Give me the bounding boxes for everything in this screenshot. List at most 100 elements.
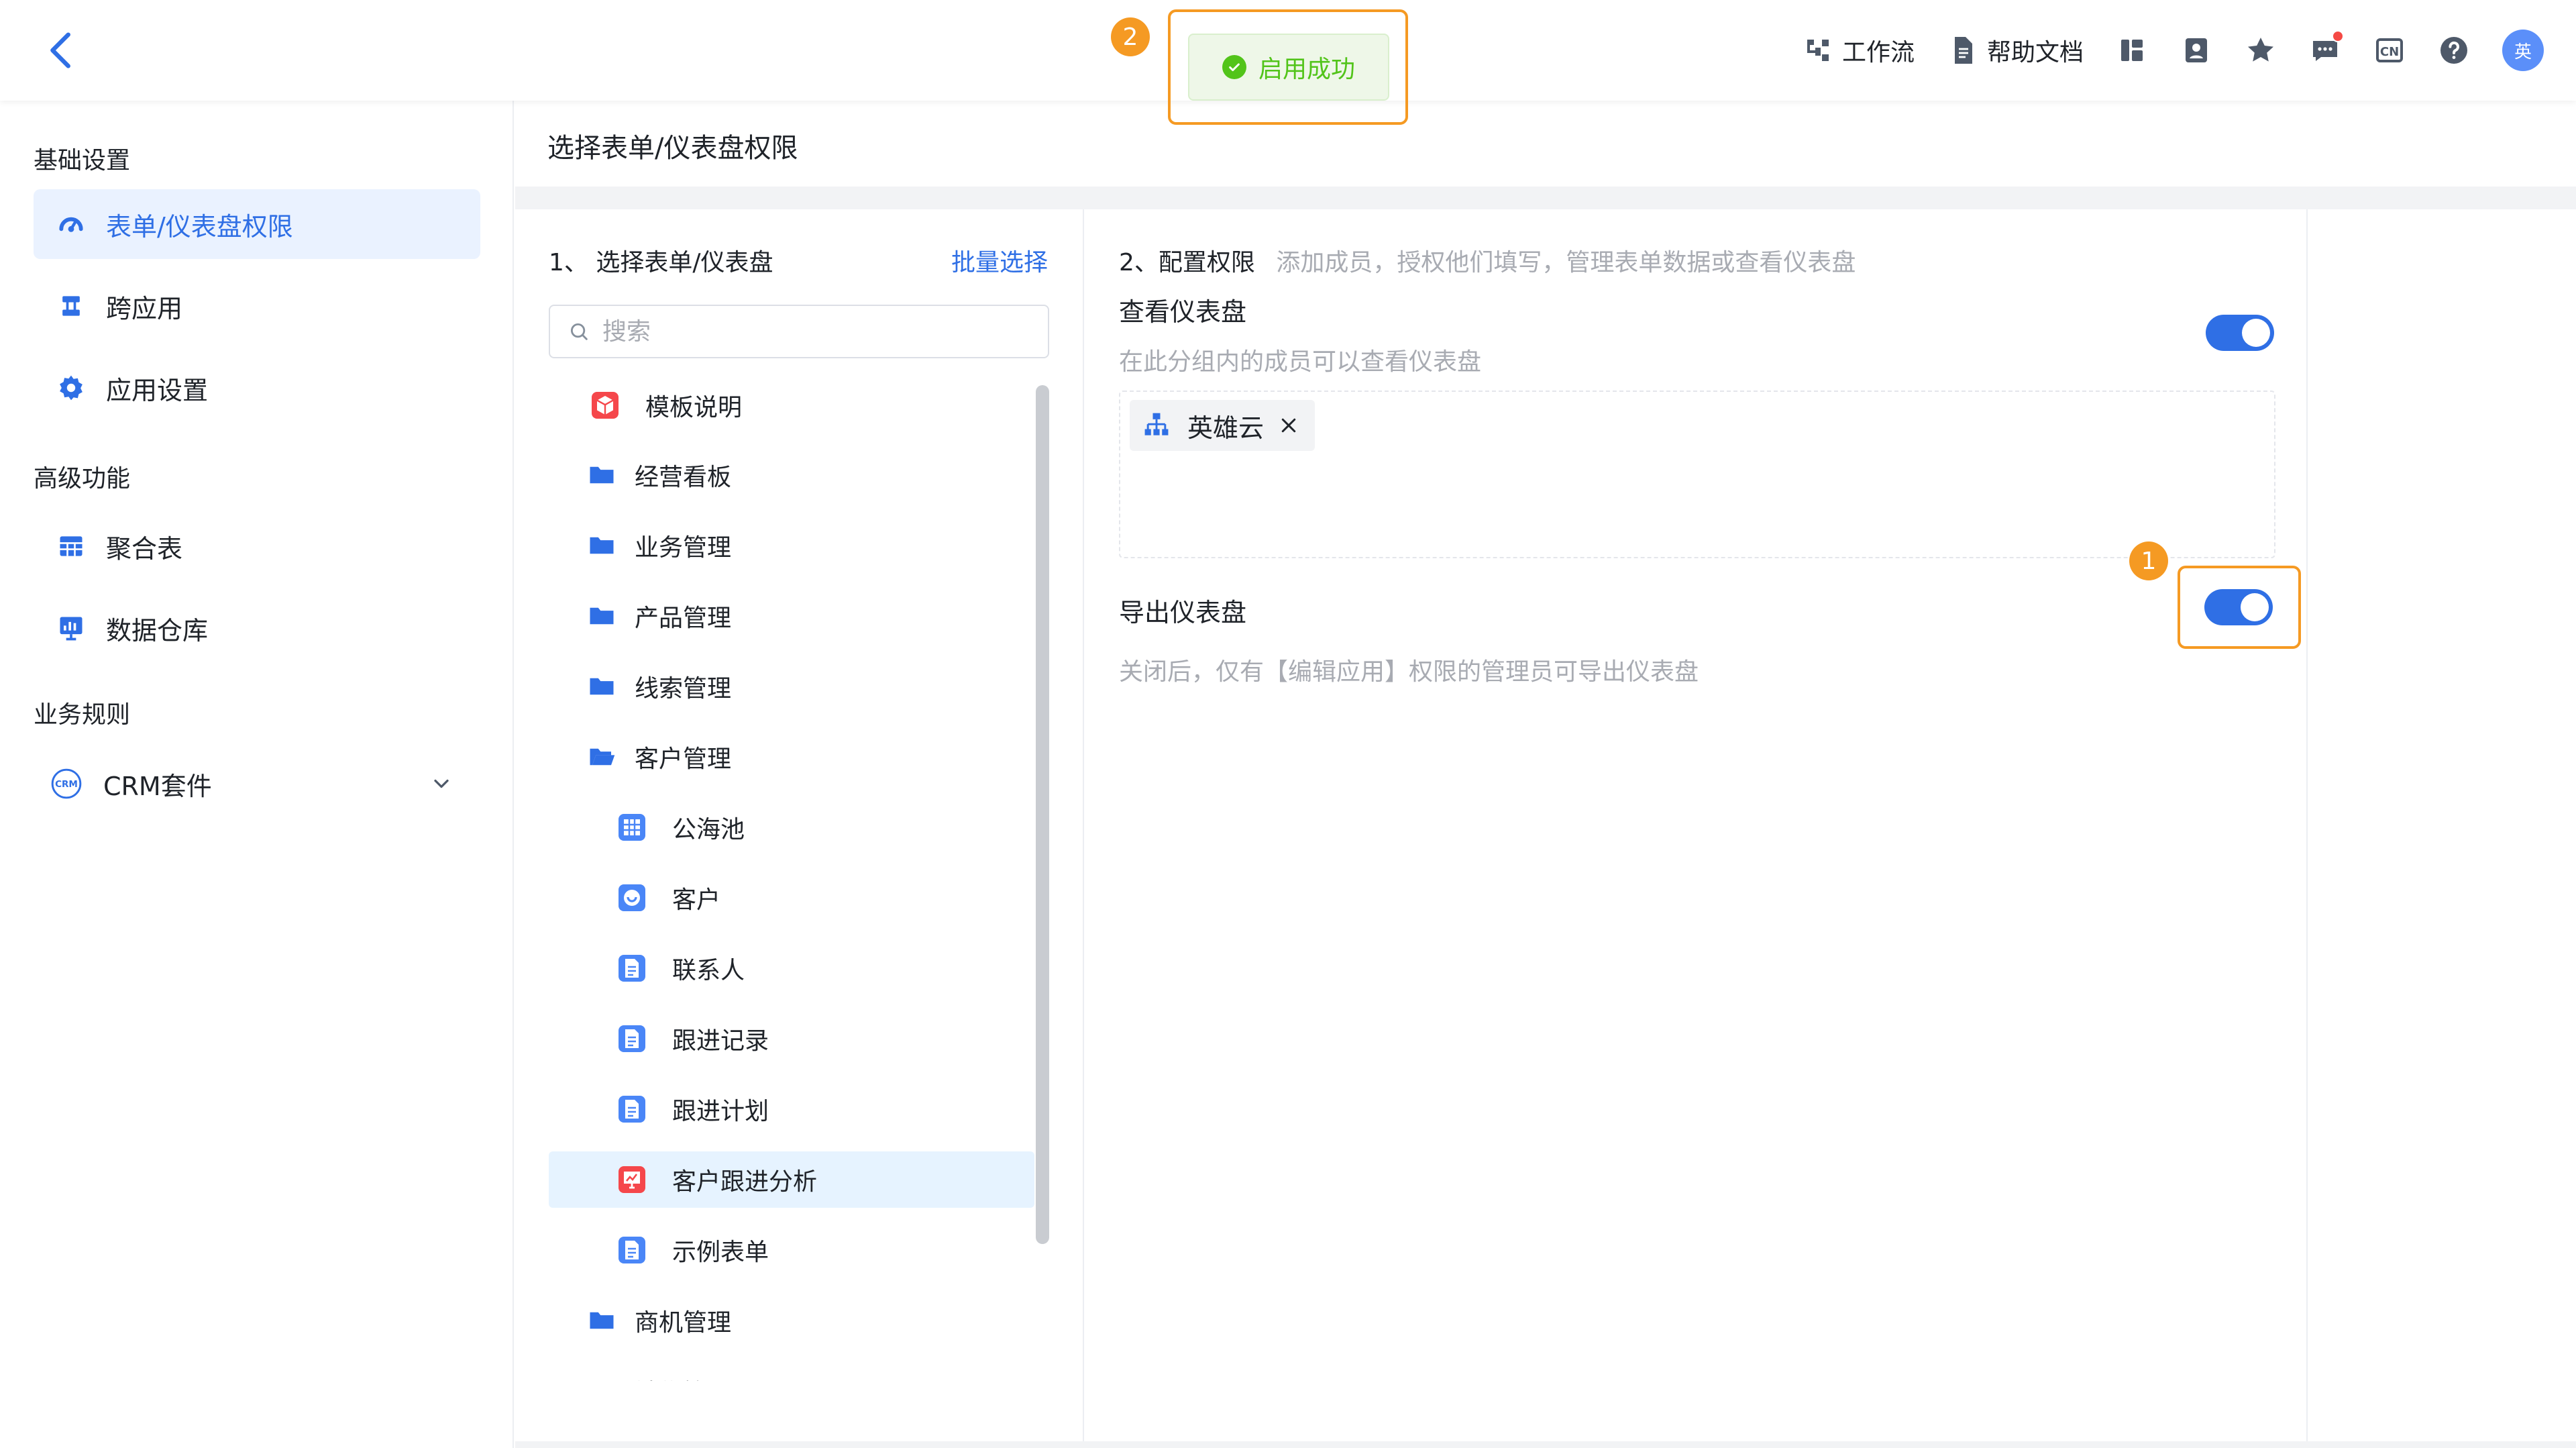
sidebar-item-aggregate-table[interactable]: 聚合表 <box>34 511 480 581</box>
org-icon <box>1144 413 1169 435</box>
tree-scrollbar[interactable] <box>1036 385 1049 1244</box>
back-arrow-icon[interactable] <box>39 27 86 74</box>
table-icon <box>619 814 645 841</box>
view-dashboard-toggle[interactable] <box>2206 315 2274 351</box>
data-warehouse-icon <box>60 617 83 641</box>
sidebar-group-advanced: 高级功能 <box>34 465 131 493</box>
tree-item-template-guide[interactable]: 模板说明 <box>549 377 1034 433</box>
member-name: 英雄云 <box>1187 413 1265 443</box>
cross-app-icon <box>62 296 80 316</box>
user-avatar-button[interactable]: 英 <box>2502 30 2544 71</box>
form-icon <box>619 1237 645 1263</box>
form-selection-title: 1、 选择表单/仪表盘 <box>549 249 773 276</box>
folder-icon <box>590 466 614 484</box>
step-badge-1: 1 <box>2129 541 2168 580</box>
tree-item-lead-mgmt[interactable]: 线索管理 <box>549 658 1034 715</box>
folder-open-icon <box>590 748 615 766</box>
form-tree: 模板说明 经营看板 业务管理 产品管理 线索管理 客户管理 公海池 客户 联系人… <box>549 377 1038 1381</box>
sidebar-item-form-dashboard-permission[interactable]: 表单/仪表盘权限 <box>34 189 480 259</box>
notification-dot <box>2332 30 2344 42</box>
folder-icon <box>590 607 614 625</box>
form-icon <box>619 955 645 982</box>
export-toggle-highlight-frame <box>2178 566 2301 649</box>
layout-icon <box>2121 40 2143 61</box>
top-actions: 工作流 帮助文档 CN 英 <box>1770 27 2544 74</box>
dashboard-icon <box>619 1166 645 1193</box>
tree-item-label: 产品管理 <box>635 605 732 632</box>
customer-icon <box>619 884 645 911</box>
table-icon <box>60 536 83 556</box>
help-icon <box>2440 37 2467 64</box>
language-cn-icon: CN <box>2376 38 2403 62</box>
tree-item-label: 跟进计划 <box>672 1098 769 1125</box>
tree-item-customer-follow-analysis[interactable]: 客户跟进分析 <box>549 1151 1034 1208</box>
folder-icon <box>590 678 614 695</box>
favorites-button[interactable] <box>2245 34 2277 66</box>
workflow-button[interactable]: 工作流 <box>1802 33 1915 68</box>
messages-button[interactable] <box>2309 30 2344 66</box>
export-dashboard-desc: 关闭后，仅有【编辑应用】权限的管理员可导出仪表盘 <box>1119 658 1699 686</box>
member-box[interactable]: 英雄云 <box>1119 391 2275 558</box>
page-title: 选择表单/仪表盘权限 <box>547 133 798 164</box>
sidebar-item-label: 应用设置 <box>106 375 209 405</box>
form-icon <box>619 1096 645 1123</box>
chevron-down-icon[interactable] <box>429 772 453 796</box>
toggle-knob <box>2241 593 2269 621</box>
avatar: 英 <box>2502 30 2544 71</box>
batch-select-link[interactable]: 批量选择 <box>951 243 1048 278</box>
help-docs-button[interactable]: 帮助文档 <box>1947 33 2084 68</box>
sidebar-item-app-settings[interactable]: 应用设置 <box>34 353 480 423</box>
tree-item-contacts[interactable]: 联系人 <box>549 940 1034 996</box>
tree-item-label: 客户管理 <box>635 745 732 773</box>
sidebar-item-data-warehouse[interactable]: 数据仓库 <box>34 593 480 663</box>
tree-item-label: 经营看板 <box>635 464 732 491</box>
tree-item-customer[interactable]: 客户 <box>549 870 1034 926</box>
export-dashboard-toggle[interactable] <box>2204 589 2273 625</box>
help-docs-label: 帮助文档 <box>1986 39 2084 66</box>
permission-config-subtitle: 添加成员，授权他们填写，管理表单数据或查看仪表盘 <box>1276 249 1856 276</box>
permission-config-title: 2、配置权限 添加成员，授权他们填写，管理表单数据或查看仪表盘 <box>1119 243 1856 278</box>
sidebar-item-label: 数据仓库 <box>106 615 209 645</box>
permission-config-panel: 2、配置权限 添加成员，授权他们填写，管理表单数据或查看仪表盘 查看仪表盘 在此… <box>1085 209 2308 1448</box>
tree-item-label: 销售管理 <box>635 1374 731 1381</box>
tree-item-product-mgmt[interactable]: 产品管理 <box>549 588 1034 644</box>
form-icon <box>619 1025 645 1052</box>
tree-item-label: 跟进记录 <box>672 1027 769 1055</box>
sidebar-item-crm-suite[interactable]: CRM CRM套件 <box>34 749 480 819</box>
sidebar-item-label: 聚合表 <box>106 533 183 564</box>
contacts-button[interactable] <box>2180 34 2212 66</box>
tree-item-label: 业务管理 <box>635 534 732 562</box>
sidebar-group-basic: 基础设置 <box>34 147 131 174</box>
view-dashboard-desc: 在此分组内的成员可以查看仪表盘 <box>1119 348 1482 376</box>
close-icon[interactable] <box>1279 415 1299 435</box>
tree-item-sales-mgmt[interactable]: 销售管理 <box>549 1363 1034 1381</box>
toast-highlight-frame: 启用成功 <box>1168 9 1408 125</box>
toggle-knob <box>2242 319 2270 347</box>
crm-icon: CRM <box>51 768 82 799</box>
help-button[interactable] <box>2438 34 2470 66</box>
tree-item-business-mgmt[interactable]: 业务管理 <box>549 517 1034 574</box>
folder-icon <box>588 1377 616 1381</box>
search-box <box>549 305 1049 358</box>
member-chip: 英雄云 <box>1130 400 1316 451</box>
document-icon <box>1954 37 1972 64</box>
tree-item-follow-records[interactable]: 跟进记录 <box>549 1011 1034 1067</box>
language-button[interactable]: CN <box>2373 34 2406 66</box>
tree-item-label: 线索管理 <box>635 675 732 703</box>
sidebar-item-label: CRM套件 <box>103 771 212 801</box>
sidebar-item-cross-app[interactable]: 跨应用 <box>34 271 480 341</box>
tree-item-opportunity-mgmt[interactable]: 商机管理 <box>549 1292 1034 1349</box>
tree-item-public-pool[interactable]: 公海池 <box>549 799 1034 856</box>
tree-item-label: 联系人 <box>672 957 745 984</box>
tree-item-customer-mgmt[interactable]: 客户管理 <box>549 729 1034 785</box>
tree-item-follow-plans[interactable]: 跟进计划 <box>549 1081 1034 1137</box>
tree-item-label: 公海池 <box>672 816 745 843</box>
dashboard-permission-icon <box>59 217 83 232</box>
contacts-icon <box>2186 38 2207 62</box>
search-input[interactable] <box>602 317 1032 346</box>
language-text: CN <box>2380 45 2399 59</box>
tree-item-label: 客户 <box>672 886 721 914</box>
tree-item-sample-form[interactable]: 示例表单 <box>549 1222 1034 1278</box>
tree-item-business-board[interactable]: 经营看板 <box>549 447 1034 503</box>
layout-button[interactable] <box>2116 34 2148 66</box>
